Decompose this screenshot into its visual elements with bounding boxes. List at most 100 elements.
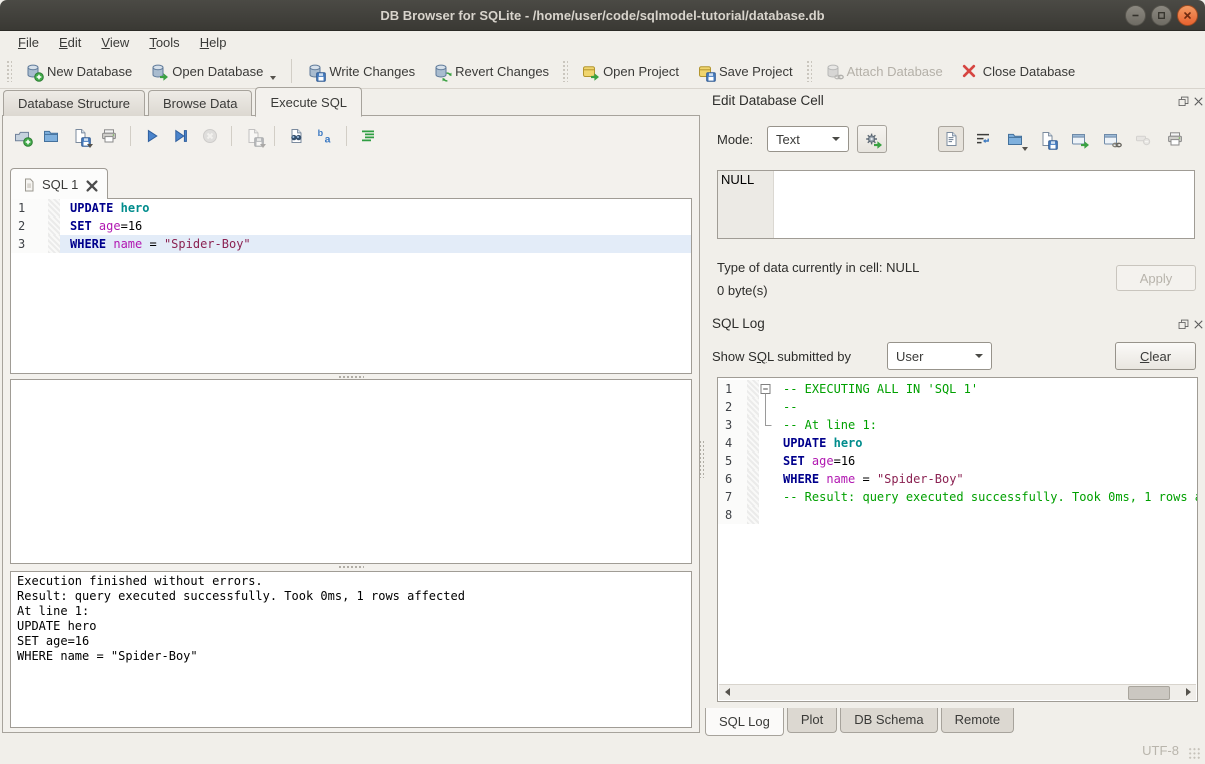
toolbar-separator [130, 126, 131, 146]
scrollbar-thumb[interactable] [1128, 686, 1170, 700]
save-project-icon [697, 63, 713, 79]
sql-document-icon [21, 177, 36, 192]
resize-grip-icon[interactable] [1188, 747, 1201, 760]
minimize-button[interactable] [1125, 5, 1146, 26]
stop-button[interactable] [197, 123, 223, 149]
tab-database-structure[interactable]: Database Structure [3, 90, 145, 116]
format-sql-button[interactable] [355, 123, 381, 149]
revert-changes-button[interactable]: Revert Changes [424, 57, 558, 85]
export-data-button[interactable] [1034, 126, 1060, 152]
edit-cell-dock-title: Edit Database Cell [712, 93, 824, 108]
toolbar-handle[interactable] [6, 60, 12, 82]
window-controls [1125, 5, 1198, 26]
dock-tab-plot[interactable]: Plot [787, 708, 837, 733]
apply-button[interactable]: Apply [1116, 265, 1196, 291]
toolbar-button-label: Close Database [983, 64, 1076, 79]
sql-editor-tab[interactable]: SQL 1 [10, 168, 108, 199]
apply-mode-button[interactable] [857, 125, 887, 153]
export-data-icon [1039, 131, 1055, 147]
set-null-button[interactable] [1130, 126, 1156, 152]
sql-editor[interactable]: 1UPDATE hero2SET age=163WHERE name = "Sp… [10, 198, 692, 374]
menu-file[interactable]: File [8, 32, 49, 53]
close-dock-button[interactable] [1192, 95, 1205, 108]
encoding-indicator: UTF-8 [1142, 743, 1179, 758]
close-log-dock-button[interactable] [1192, 318, 1205, 331]
sql-log-filter-value: User [896, 349, 923, 364]
mode-value: Text [776, 132, 800, 147]
revert-changes-icon [433, 63, 449, 79]
menu-edit[interactable]: Edit [49, 32, 91, 53]
replace-button[interactable]: ba [312, 123, 338, 149]
text-view-button[interactable] [938, 126, 964, 152]
execute-current-line-button[interactable] [168, 123, 194, 149]
find-button[interactable] [283, 123, 309, 149]
open-sql-file-button[interactable] [38, 123, 64, 149]
cell-editor[interactable]: NULL [717, 170, 1195, 239]
tab-browse-data[interactable]: Browse Data [148, 90, 252, 116]
close-tab-icon[interactable] [84, 178, 97, 191]
save-results-button[interactable] [240, 123, 266, 149]
import-data-button[interactable] [1002, 126, 1028, 152]
open-database-button[interactable]: Open Database [141, 57, 285, 85]
close-database-button[interactable]: Close Database [952, 57, 1085, 85]
attach-database-button[interactable]: Attach Database [816, 57, 952, 85]
save-sql-file-icon [72, 128, 88, 144]
write-changes-button[interactable]: Write Changes [298, 57, 424, 85]
code-line: 5SET age=16 [718, 452, 1197, 470]
arrow-left-icon [725, 688, 730, 696]
open-in-external-icon [1071, 131, 1087, 147]
menu-view[interactable]: View [91, 32, 139, 53]
minimize-icon [1130, 10, 1141, 21]
menu-tools[interactable]: Tools [139, 32, 189, 53]
results-splitter[interactable] [10, 563, 692, 570]
scroll-right-button[interactable] [1180, 685, 1196, 699]
toolbar-separator [274, 126, 275, 146]
execute-current-line-icon [173, 128, 189, 144]
save-project-button[interactable]: Save Project [688, 57, 802, 85]
mode-select[interactable]: Text [767, 126, 849, 152]
dock-tab-db-schema[interactable]: DB Schema [840, 708, 937, 733]
link-button[interactable] [1098, 126, 1124, 152]
print-icon [101, 128, 117, 144]
toolbar-button-label: New Database [47, 64, 132, 79]
chevron-down-icon [87, 144, 93, 148]
toolbar-handle[interactable] [562, 60, 568, 82]
scrollbar-track[interactable] [735, 685, 1180, 700]
float-dock-button[interactable] [1177, 95, 1190, 108]
clear-log-button[interactable]: Clear [1115, 342, 1196, 370]
open-in-external-button[interactable] [1066, 126, 1092, 152]
float-log-dock-button[interactable] [1177, 318, 1190, 331]
sql-log-hscrollbar[interactable] [719, 684, 1196, 700]
new-database-button[interactable]: New Database [16, 57, 141, 85]
maximize-button[interactable] [1151, 5, 1172, 26]
close-button[interactable] [1177, 5, 1198, 26]
tab-execute-sql[interactable]: Execute SQL [255, 87, 362, 117]
stop-icon [202, 128, 218, 144]
execution-message: Execution finished without errors. Resul… [10, 571, 692, 728]
new-tab-button[interactable] [9, 123, 35, 149]
set-null-icon [1135, 131, 1151, 147]
toolbar-handle[interactable] [806, 60, 812, 82]
new-tab-icon [14, 128, 30, 144]
open-project-button[interactable]: Open Project [572, 57, 688, 85]
sql-log-filter-label: Show SQL submitted by [712, 349, 851, 364]
menu-help[interactable]: Help [190, 32, 237, 53]
save-sql-file-button[interactable] [67, 123, 93, 149]
dock-tab-remote[interactable]: Remote [941, 708, 1015, 733]
word-wrap-button[interactable] [970, 126, 996, 152]
sql-log-filter-select[interactable]: User [887, 342, 992, 370]
status-bar: UTF-8 [0, 734, 1205, 764]
print-button[interactable] [1162, 126, 1188, 152]
chevron-down-icon [1022, 147, 1028, 151]
cell-editor-toolbar [938, 126, 1188, 152]
word-wrap-icon [975, 131, 991, 147]
dock-tab-sql-log[interactable]: SQL Log [705, 708, 784, 736]
db-browser-window: DB Browser for SQLite - /home/user/code/… [0, 0, 1205, 764]
print-button[interactable] [96, 123, 122, 149]
execute-all-button[interactable] [139, 123, 165, 149]
toolbar-separator [346, 126, 347, 146]
scroll-left-button[interactable] [719, 685, 735, 699]
toolbar-separator [231, 126, 232, 146]
float-dock-icon [1177, 318, 1190, 331]
toolbar-separator [291, 59, 292, 83]
